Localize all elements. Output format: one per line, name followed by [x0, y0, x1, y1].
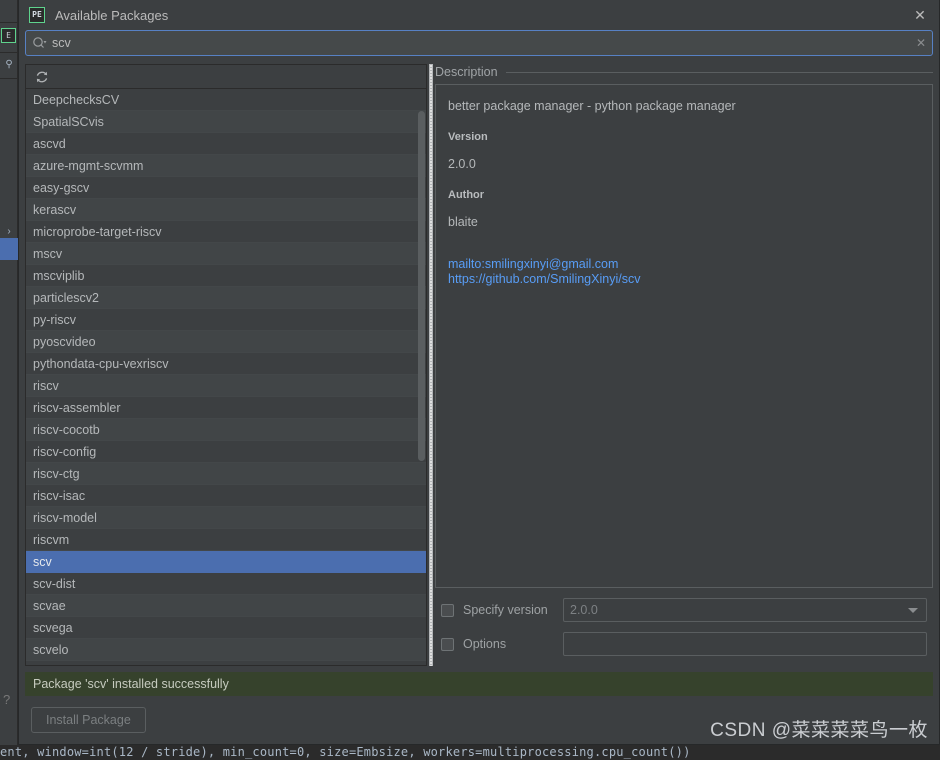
package-list-item[interactable]: pyoscvideo: [26, 331, 426, 353]
package-list-item[interactable]: scvae: [26, 595, 426, 617]
chevron-right-icon: ›: [7, 226, 11, 237]
package-list-item[interactable]: riscvm: [26, 529, 426, 551]
project-view-icon[interactable]: E: [1, 28, 16, 43]
package-list-item[interactable]: pythondata-cpu-vexriscv: [26, 353, 426, 375]
package-list-item[interactable]: scvega: [26, 617, 426, 639]
description-pane: Description better package manager - pyt…: [435, 64, 933, 666]
package-list-item[interactable]: riscv-ctg: [26, 463, 426, 485]
package-list-toolbar: [26, 65, 426, 89]
search-input[interactable]: [52, 36, 910, 50]
pycharm-edu-icon: PE: [29, 7, 45, 23]
description-legend-label: Description: [435, 65, 498, 79]
package-list-item[interactable]: scvelo: [26, 639, 426, 661]
sidebar-active-tool-indicator[interactable]: [0, 238, 18, 260]
package-list-scroll-area[interactable]: DeepchecksCV SpatialSCvis ascvd azure-mgmt-…: [26, 89, 426, 665]
specify-version-checkbox[interactable]: [441, 603, 454, 617]
package-list-item[interactable]: SpatialSCvis: [26, 111, 426, 133]
install-package-button[interactable]: Install Package: [31, 707, 146, 733]
dialog-footer: Install Package: [19, 696, 939, 744]
package-list-item[interactable]: ascvd: [26, 133, 426, 155]
package-links: mailto:smilingxinyi@gmail.com https://git…: [448, 257, 920, 287]
chevron-down-icon: [908, 608, 918, 613]
install-options: Specify version 2.0.0 Options: [441, 588, 933, 666]
version-select[interactable]: 2.0.0: [563, 598, 927, 622]
splitter-grip: [429, 64, 433, 666]
package-list-item[interactable]: riscv: [26, 375, 426, 397]
package-list-item[interactable]: riscv-cocotb: [26, 419, 426, 441]
package-list: DeepchecksCV SpatialSCvis ascvd azure-mgmt-…: [26, 89, 426, 661]
package-list-scrollbar[interactable]: [417, 89, 426, 665]
package-list-item[interactable]: DeepchecksCV: [26, 89, 426, 111]
package-list-item[interactable]: mscviplib: [26, 265, 426, 287]
package-list-pane: DeepchecksCV SpatialSCvis ascvd azure-mgmt-…: [25, 64, 427, 666]
close-icon[interactable]: ✕: [907, 2, 933, 28]
clear-search-icon[interactable]: ✕: [910, 31, 932, 55]
package-list-item[interactable]: azure-mgmt-scvmm: [26, 155, 426, 177]
status-bar: Package 'scv' installed successfully: [25, 672, 933, 696]
available-packages-dialog: PE Available Packages ✕ ✕: [18, 0, 940, 745]
author-value: blaite: [448, 215, 478, 229]
version-select-value: 2.0.0: [570, 603, 598, 617]
package-list-item[interactable]: riscv-assembler: [26, 397, 426, 419]
version-value: 2.0.0: [448, 157, 476, 171]
search-icon: [26, 31, 52, 55]
package-list-item[interactable]: scv: [26, 551, 426, 573]
options-row: Options: [441, 632, 927, 656]
package-list-item[interactable]: kerascv: [26, 199, 426, 221]
package-link[interactable]: mailto:smilingxinyi@gmail.com: [448, 257, 920, 272]
description-legend: Description: [435, 64, 933, 80]
package-list-item[interactable]: riscv-config: [26, 441, 426, 463]
package-list-item[interactable]: scv-dist: [26, 573, 426, 595]
package-list-item[interactable]: easy-gscv: [26, 177, 426, 199]
package-list-item[interactable]: riscv-model: [26, 507, 426, 529]
search-field[interactable]: ✕: [25, 30, 933, 56]
package-list-item[interactable]: py-riscv: [26, 309, 426, 331]
strip-divider: [0, 52, 18, 53]
dialog-split-area: DeepchecksCV SpatialSCvis ascvd azure-mgmt-…: [19, 56, 939, 666]
help-icon[interactable]: ?: [3, 692, 15, 708]
scrollbar-thumb[interactable]: [418, 111, 425, 461]
author-label: Author: [448, 189, 485, 201]
search-everywhere-icon[interactable]: ⚲: [2, 58, 16, 72]
specify-version-row: Specify version 2.0.0: [441, 598, 927, 622]
package-list-item[interactable]: particlescv2: [26, 287, 426, 309]
package-summary: better package manager - python package …: [448, 99, 736, 113]
legend-divider: [505, 71, 933, 73]
package-list-item[interactable]: riscv-isac: [26, 485, 426, 507]
package-list-item[interactable]: microprobe-target-riscv: [26, 221, 426, 243]
options-label: Options: [463, 637, 507, 651]
dialog-title-bar: PE Available Packages ✕: [19, 0, 939, 30]
description-content: better package manager - python package …: [435, 84, 933, 588]
options-checkbox[interactable]: [441, 637, 454, 651]
editor-code-line: ent, window=int(12 / stride), min_count=…: [0, 745, 940, 760]
ide-left-toolbar-strip: E ⚲ › ?: [0, 0, 18, 760]
dialog-title: Available Packages: [55, 7, 169, 23]
package-list-item[interactable]: mscv: [26, 243, 426, 265]
strip-divider: [0, 78, 18, 79]
options-input[interactable]: [563, 632, 927, 656]
editor-code-text: ent, window=int(12 / stride), min_count=…: [0, 745, 691, 759]
package-link[interactable]: https://github.com/SmilingXinyi/scv: [448, 272, 920, 287]
refresh-icon[interactable]: [33, 68, 51, 86]
strip-divider: [0, 22, 18, 23]
panel-splitter[interactable]: [427, 64, 435, 666]
version-label: Version: [448, 131, 488, 143]
specify-version-label: Specify version: [463, 603, 548, 617]
search-row: ✕: [19, 30, 939, 56]
